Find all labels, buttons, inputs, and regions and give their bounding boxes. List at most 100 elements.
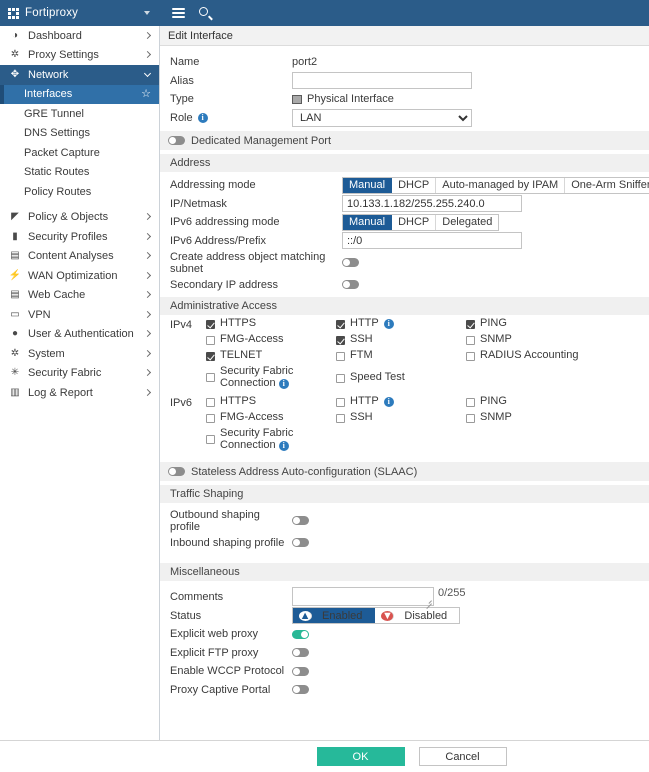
outbound-shaping-toggle[interactable]	[292, 516, 309, 525]
checkbox-ipv4-snmp[interactable]: SNMP	[466, 334, 596, 349]
checkbox-ipv4-telnet[interactable]: TELNET	[206, 350, 336, 365]
checkbox-ipv4-https[interactable]: HTTPS	[206, 318, 336, 333]
misc-group: Comments 0/255 Status ▲ Enabled	[160, 581, 649, 698]
status-option-enabled[interactable]: ▲ Enabled	[293, 608, 375, 623]
proxy-captive-portal-toggle[interactable]	[292, 685, 309, 694]
checkbox-ipv4-ssh[interactable]: SSH	[336, 334, 466, 349]
ipv6-mode-option-dhcp[interactable]: DHCP	[392, 215, 436, 230]
ipv4-access-block: IPv4 HTTPS FMG-Access	[160, 318, 649, 390]
checkbox-box[interactable]	[466, 352, 475, 361]
sidebar-item-gre-tunnel[interactable]: GRE Tunnel	[0, 104, 159, 124]
checkbox-box[interactable]	[206, 398, 215, 407]
sidebar-item-web-cache[interactable]: ▤ Web Cache	[0, 286, 159, 306]
status-option-disabled[interactable]: ▼ Disabled	[375, 608, 459, 623]
sidebar-item-security-fabric[interactable]: ✳ Security Fabric	[0, 364, 159, 384]
checkbox-ipv6-fmg-access[interactable]: FMG-Access	[206, 412, 336, 427]
slaac-toggle[interactable]	[168, 467, 185, 476]
hamburger-menu-icon[interactable]	[172, 8, 185, 18]
info-icon[interactable]: i	[198, 113, 208, 123]
explicit-ftp-proxy-toggle[interactable]	[292, 648, 309, 657]
checkbox-box[interactable]	[206, 320, 215, 329]
checkbox-label: FMG-Access	[220, 334, 284, 346]
checkbox-box[interactable]	[336, 374, 345, 383]
checkbox-ipv6-ping[interactable]: PING	[466, 396, 596, 411]
info-icon[interactable]: i	[384, 397, 394, 407]
sidebar-item-security-profiles[interactable]: ▮ Security Profiles	[0, 227, 159, 247]
comments-textarea[interactable]	[292, 587, 434, 606]
ipv6-label: IPv6	[170, 396, 206, 452]
sidebar-item-user-authentication[interactable]: ● User & Authentication	[0, 325, 159, 345]
checkbox-box[interactable]	[336, 352, 345, 361]
dedicated-management-port-toggle[interactable]	[168, 136, 185, 145]
checkbox-box[interactable]	[336, 336, 345, 345]
sidebar-item-policy-routes[interactable]: Policy Routes	[0, 182, 159, 202]
brand-label: Fortiproxy	[25, 7, 78, 19]
checkbox-box[interactable]	[206, 414, 215, 423]
checkbox-ipv4-ftm[interactable]: FTM	[336, 350, 466, 365]
checkbox-box[interactable]	[336, 414, 345, 423]
enable-wccp-toggle[interactable]	[292, 667, 309, 676]
sidebar-item-wan-optimization[interactable]: ⚡ WAN Optimization	[0, 266, 159, 286]
field-label: Create address object matching subnet	[160, 251, 342, 275]
checkbox-box[interactable]	[206, 373, 215, 382]
checkbox-box[interactable]	[466, 320, 475, 329]
chevron-down-icon[interactable]	[144, 11, 150, 15]
cancel-button[interactable]: Cancel	[419, 747, 507, 766]
create-address-object-toggle[interactable]	[342, 258, 359, 267]
sidebar-item-policy-objects[interactable]: ◤ Policy & Objects	[0, 208, 159, 228]
checkbox-box[interactable]	[336, 398, 345, 407]
addressing-mode-option-manual[interactable]: Manual	[343, 178, 392, 193]
checkbox-ipv4-fmg-access[interactable]: FMG-Access	[206, 334, 336, 349]
alias-input[interactable]	[292, 72, 472, 89]
star-icon[interactable]: ☆	[141, 89, 151, 100]
checkbox-ipv4-ping[interactable]: PING	[466, 318, 596, 333]
checkbox-ipv4-radius-accounting[interactable]: RADIUS Accounting	[466, 350, 596, 365]
checkbox-ipv4-http[interactable]: HTTP i	[336, 318, 466, 333]
ip-netmask-input[interactable]	[342, 195, 522, 212]
checkbox-ipv6-ssh[interactable]: SSH	[336, 412, 466, 427]
field-ipv6-addressing-mode: IPv6 addressing mode Manual DHCP Delegat…	[160, 214, 649, 231]
sidebar-item-packet-capture[interactable]: Packet Capture	[0, 143, 159, 163]
checkbox-box[interactable]	[336, 320, 345, 329]
checkbox-box[interactable]	[466, 336, 475, 345]
search-icon[interactable]	[199, 7, 212, 20]
sidebar-item-dns-settings[interactable]: DNS Settings	[0, 124, 159, 144]
checkbox-box[interactable]	[206, 336, 215, 345]
checkbox-ipv4-security-fabric-connection[interactable]: Security Fabric Connection i	[206, 366, 336, 389]
info-icon[interactable]: i	[384, 319, 394, 329]
ipv6-prefix-input[interactable]	[342, 232, 522, 249]
sidebar-item-content-analyses[interactable]: ▤ Content Analyses	[0, 247, 159, 267]
sidebar-item-proxy-settings[interactable]: ✲ Proxy Settings	[0, 46, 159, 66]
sidebar-item-log-report[interactable]: ▥ Log & Report	[0, 383, 159, 403]
sidebar-item-network[interactable]: ✥ Network	[0, 65, 159, 85]
checkbox-box[interactable]	[466, 414, 475, 423]
sidebar-item-interfaces[interactable]: Interfaces ☆	[0, 85, 159, 105]
sidebar-item-vpn[interactable]: ▭ VPN	[0, 305, 159, 325]
role-select[interactable]: LAN	[292, 109, 472, 127]
addressing-mode-option-sniffer[interactable]: One-Arm Sniffer	[565, 178, 649, 193]
addressing-mode-option-dhcp[interactable]: DHCP	[392, 178, 436, 193]
dialog-footer: OK Cancel	[0, 740, 649, 772]
explicit-web-proxy-toggle[interactable]	[292, 630, 309, 639]
checkbox-ipv4-speed-test[interactable]: Speed Test	[336, 372, 466, 387]
ipv6-mode-option-manual[interactable]: Manual	[343, 215, 392, 230]
checkbox-box[interactable]	[206, 352, 215, 361]
checkbox-ipv6-https[interactable]: HTTPS	[206, 396, 336, 411]
checkbox-box[interactable]	[466, 398, 475, 407]
sidebar-item-dashboard[interactable]: ◑ Dashboard	[0, 26, 159, 46]
checkbox-ipv6-http[interactable]: HTTP i	[336, 396, 466, 411]
checkbox-box[interactable]	[206, 435, 215, 444]
addressing-mode-option-ipam[interactable]: Auto-managed by IPAM	[436, 178, 565, 193]
ipv6-mode-option-delegated[interactable]: Delegated	[436, 215, 498, 230]
brand-area[interactable]: Fortiproxy	[0, 0, 160, 26]
sidebar-item-static-routes[interactable]: Static Routes	[0, 163, 159, 183]
checkbox-ipv6-snmp[interactable]: SNMP	[466, 412, 596, 427]
sidebar-item-system[interactable]: ✲ System	[0, 344, 159, 364]
checkbox-label: SNMP	[480, 334, 512, 346]
checkbox-ipv6-security-fabric-connection[interactable]: Security Fabric Connection i	[206, 428, 336, 451]
ok-button[interactable]: OK	[317, 747, 405, 766]
info-icon[interactable]: i	[279, 379, 289, 389]
info-icon[interactable]: i	[279, 441, 289, 451]
secondary-ip-toggle[interactable]	[342, 280, 359, 289]
inbound-shaping-toggle[interactable]	[292, 538, 309, 547]
